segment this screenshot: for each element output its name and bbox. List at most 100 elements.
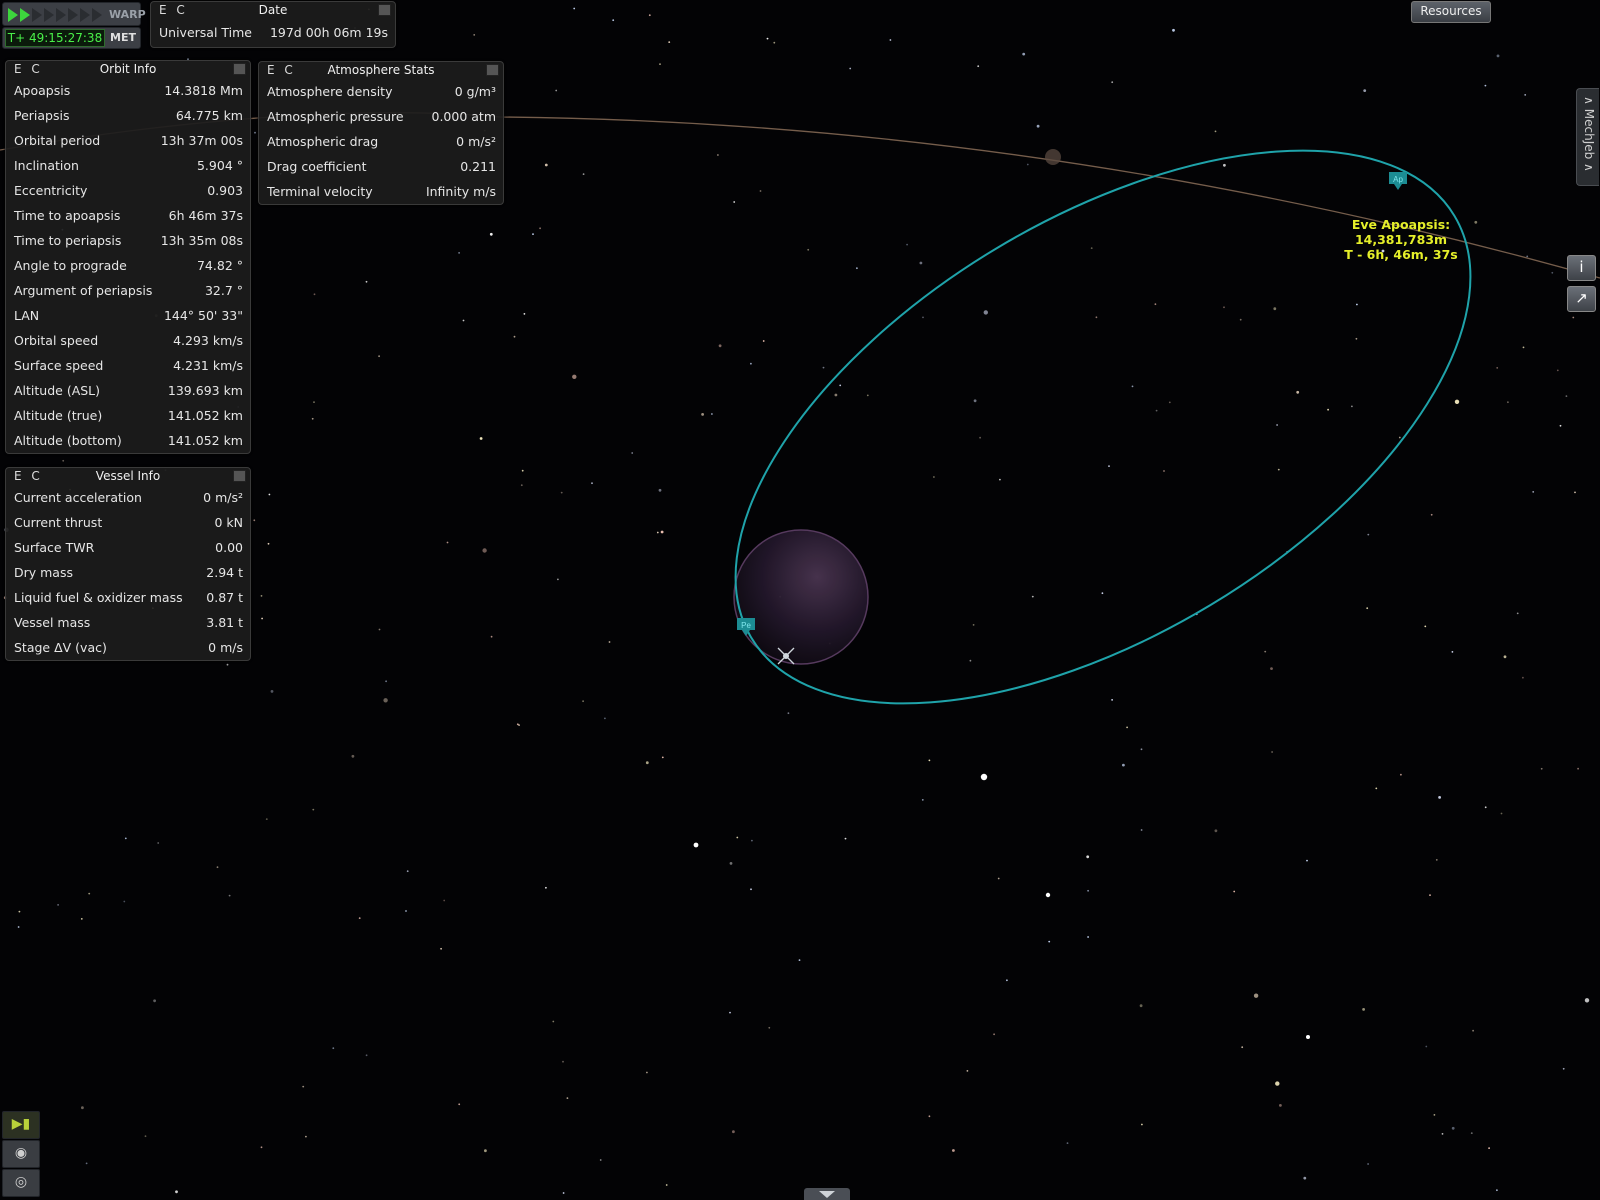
row-value: 0 m/s² xyxy=(203,490,243,505)
vessel-info-window[interactable]: E C Vessel Info Current acceleration 0 m/… xyxy=(5,467,251,661)
info-button[interactable]: i xyxy=(1567,255,1596,281)
star xyxy=(718,344,722,348)
star xyxy=(977,65,980,68)
star xyxy=(646,1071,648,1074)
star xyxy=(557,578,559,581)
star xyxy=(1155,409,1158,412)
time-warp-bar[interactable]: WARP xyxy=(2,2,146,26)
star xyxy=(1438,796,1441,799)
row-label: LAN xyxy=(14,308,40,323)
warp-speed-1[interactable] xyxy=(8,8,18,22)
date-window-titlebar[interactable]: E C Date xyxy=(151,2,395,19)
apoapsis-marker[interactable]: Ap xyxy=(1389,172,1407,190)
star xyxy=(260,1146,263,1149)
table-row: Surface TWR 0.00 xyxy=(6,535,250,560)
star xyxy=(999,478,1001,481)
table-row: Altitude (ASL) 139.693 km xyxy=(6,378,250,403)
orbit-info-window[interactable]: E C Orbit Info Apoapsis 14.3818 Mm Periap… xyxy=(5,60,251,454)
star xyxy=(545,886,547,889)
star xyxy=(906,243,908,246)
orbit-info-ec[interactable]: E C xyxy=(14,61,43,77)
view-button[interactable]: ◎ xyxy=(2,1169,40,1197)
date-window-ec[interactable]: E C xyxy=(159,2,188,18)
star xyxy=(1451,651,1454,653)
row-label: Altitude (bottom) xyxy=(14,433,122,448)
row-label: Altitude (true) xyxy=(14,408,103,423)
vessel-info-titlebar[interactable]: E C Vessel Info xyxy=(6,468,250,485)
table-row: Atmospheric pressure 0.000 atm xyxy=(259,104,503,129)
star xyxy=(123,900,126,903)
star xyxy=(1551,271,1554,274)
resources-button[interactable]: Resources xyxy=(1411,1,1491,23)
row-label: Orbital speed xyxy=(14,333,99,348)
star xyxy=(733,201,736,203)
star xyxy=(849,67,852,70)
crew-button[interactable]: ◉ xyxy=(2,1140,40,1168)
star xyxy=(365,1054,368,1057)
atmosphere-stats-window[interactable]: E C Atmosphere Stats Atmosphere density 0… xyxy=(258,61,504,205)
warp-speed-2[interactable] xyxy=(20,8,30,22)
rocket-icon: ▶▮ xyxy=(11,1116,31,1132)
star xyxy=(1488,1147,1490,1149)
maneuver-node-icon: ↗ xyxy=(1575,289,1588,307)
star xyxy=(1565,395,1568,397)
moon-body[interactable] xyxy=(1045,149,1061,165)
row-value: 4.293 km/s xyxy=(173,333,243,348)
star xyxy=(787,712,790,715)
star xyxy=(928,759,931,762)
warp-speed-7[interactable] xyxy=(80,8,90,22)
star xyxy=(1507,401,1509,404)
row-label: Current acceleration xyxy=(14,490,142,505)
vessel-info-ec[interactable]: E C xyxy=(14,468,43,484)
orbit-info-minimize-button[interactable] xyxy=(233,63,246,75)
star xyxy=(1277,468,1280,471)
star xyxy=(762,340,765,342)
mechjeb-tab[interactable]: ∧ MechJeb ∧ xyxy=(1576,88,1599,186)
warp-speed-3[interactable] xyxy=(32,8,42,22)
star xyxy=(928,1115,931,1118)
star xyxy=(822,366,825,369)
star xyxy=(973,399,977,403)
star xyxy=(1351,405,1353,408)
warp-speed-6[interactable] xyxy=(68,8,78,22)
row-value: 0.000 atm xyxy=(431,109,497,124)
star xyxy=(983,310,988,315)
star xyxy=(254,131,256,134)
star xyxy=(458,252,460,254)
atmosphere-stats-titlebar[interactable]: E C Atmosphere Stats xyxy=(259,62,503,79)
vessel-info-minimize-button[interactable] xyxy=(233,470,246,482)
row-label: Inclination xyxy=(14,158,79,173)
star xyxy=(1572,316,1575,319)
star xyxy=(88,892,91,895)
atmosphere-stats-minimize-button[interactable] xyxy=(486,64,499,76)
star xyxy=(1036,124,1040,128)
met-label: MET xyxy=(110,31,136,44)
date-window[interactable]: E C Date Universal Time 197d 00h 06m 19s xyxy=(150,1,396,48)
orbit-info-titlebar[interactable]: E C Orbit Info xyxy=(6,61,250,78)
star xyxy=(560,491,563,494)
date-row-universal-time: Universal Time 197d 00h 06m 19s xyxy=(151,19,395,45)
star xyxy=(532,233,534,236)
star xyxy=(751,839,753,842)
warp-speed-4[interactable] xyxy=(44,8,54,22)
star xyxy=(659,63,661,65)
star xyxy=(1275,1081,1280,1086)
staging-button[interactable]: ▶▮ xyxy=(2,1111,40,1139)
date-window-minimize-button[interactable] xyxy=(378,4,391,16)
star xyxy=(1126,726,1128,729)
star xyxy=(313,293,316,296)
expand-panel-arrow[interactable] xyxy=(804,1188,850,1200)
star xyxy=(253,519,256,522)
star xyxy=(966,1070,969,1072)
star xyxy=(216,866,219,869)
bright-star xyxy=(693,842,699,848)
star xyxy=(521,469,524,472)
maneuver-button[interactable]: ↗ xyxy=(1567,286,1596,312)
row-label: Dry mass xyxy=(14,565,73,580)
star xyxy=(573,7,576,10)
warp-speed-5[interactable] xyxy=(56,8,66,22)
warp-speed-8[interactable] xyxy=(92,8,102,22)
star xyxy=(1108,465,1110,467)
row-value: 0 m/s² xyxy=(456,134,496,149)
atmosphere-stats-ec[interactable]: E C xyxy=(267,62,296,78)
